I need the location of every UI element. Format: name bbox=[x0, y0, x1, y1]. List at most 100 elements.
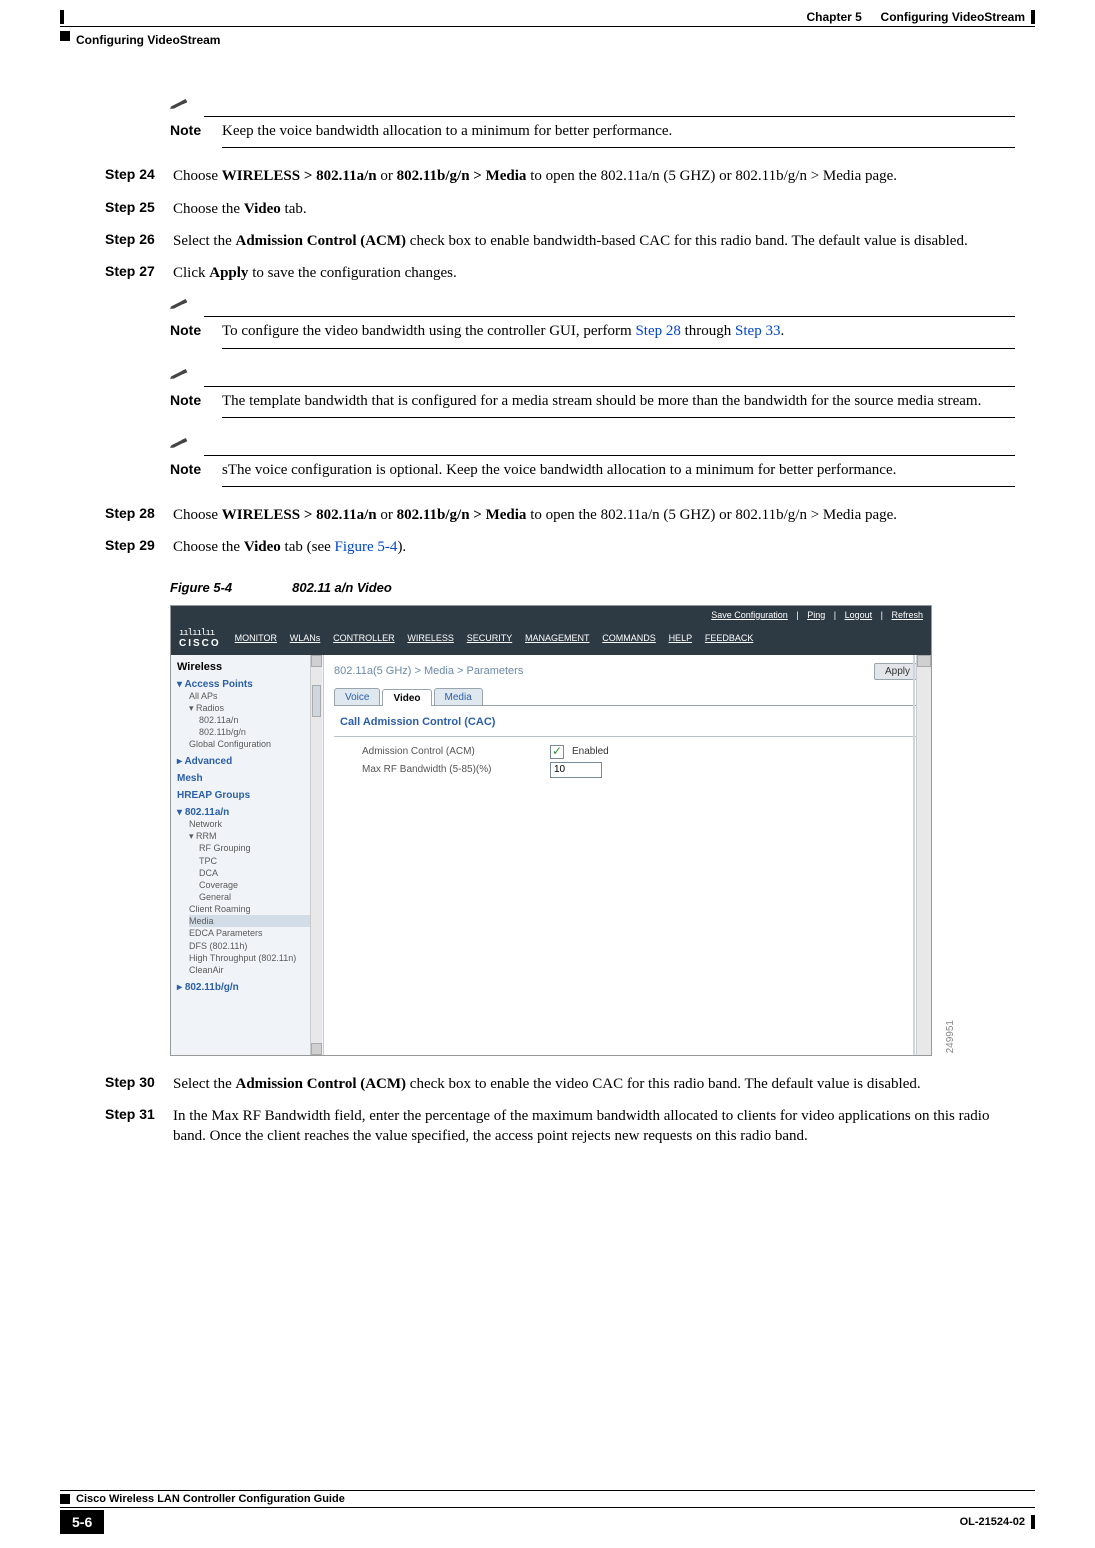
ss-main-panel: 802.11a(5 GHz) > Media > Parameters Appl… bbox=[324, 655, 931, 1055]
note-icon bbox=[170, 97, 194, 111]
ss-link-save[interactable]: Save Configuration bbox=[711, 610, 788, 620]
acm-checkbox[interactable]: ✓ bbox=[550, 745, 564, 759]
nav-feedback[interactable]: FEEDBACK bbox=[705, 633, 754, 643]
nav-controller[interactable]: CONTROLLER bbox=[333, 633, 395, 643]
ss-item-coverage[interactable]: Coverage bbox=[199, 879, 317, 891]
ss-grp-80211an[interactable]: ▾ 802.11a/n bbox=[177, 807, 317, 818]
step-label: Step 24 bbox=[105, 166, 157, 186]
step-text: Choose WIRELESS > 802.11a/n or 802.11b/g… bbox=[173, 505, 1015, 525]
note-block-3: Note The template bandwidth that is conf… bbox=[170, 367, 1015, 418]
ss-item-all-aps[interactable]: All APs bbox=[189, 690, 317, 702]
ss-item-rrm[interactable]: ▾ RRM bbox=[189, 830, 317, 842]
ss-link-refresh[interactable]: Refresh bbox=[891, 610, 923, 620]
nav-wlans[interactable]: WLANs bbox=[290, 633, 321, 643]
step-label: Step 29 bbox=[105, 537, 157, 557]
ss-breadcrumb: 802.11a(5 GHz) > Media > Parameters bbox=[334, 665, 523, 677]
ss-item-globalcfg[interactable]: Global Configuration bbox=[189, 738, 317, 750]
link-step28[interactable]: Step 28 bbox=[635, 323, 680, 339]
cisco-logo-icon: ıılıılıı bbox=[179, 628, 221, 638]
ss-grp-hreap[interactable]: HREAP Groups bbox=[177, 790, 317, 801]
step-24: Step 24 Choose WIRELESS > 802.11a/n or 8… bbox=[105, 166, 1015, 186]
ss-item-dca[interactable]: DCA bbox=[199, 867, 317, 879]
nav-security[interactable]: SECURITY bbox=[467, 633, 513, 643]
footer-right-mark bbox=[1031, 1515, 1035, 1529]
ss-item-media[interactable]: Media bbox=[189, 915, 317, 927]
maxrf-input[interactable] bbox=[550, 762, 602, 778]
ss-item-r80211an[interactable]: 802.11a/n bbox=[199, 714, 317, 726]
header-right-mark bbox=[1031, 10, 1035, 24]
note-label: Note bbox=[170, 322, 202, 338]
figure-caption: Figure 5-4802.11 a/n Video bbox=[170, 580, 1015, 595]
step-29: Step 29 Choose the Video tab (see Figure… bbox=[105, 537, 1015, 557]
ss-grp-80211bgn[interactable]: ▸ 802.11b/g/n bbox=[177, 982, 317, 993]
ss-link-logout[interactable]: Logout bbox=[845, 610, 873, 620]
ss-item-roaming[interactable]: Client Roaming bbox=[189, 903, 317, 915]
note-text-1: Keep the voice bandwidth allocation to a… bbox=[222, 121, 1015, 141]
nav-wireless[interactable]: WIRELESS bbox=[407, 633, 454, 643]
ss-item-cleanair[interactable]: CleanAir bbox=[189, 964, 317, 976]
link-figure-5-4[interactable]: Figure 5-4 bbox=[335, 539, 398, 555]
note-label: Note bbox=[170, 392, 202, 408]
ss-item-r80211bgn[interactable]: 802.11b/g/n bbox=[199, 726, 317, 738]
footer-guide: Cisco Wireless LAN Controller Configurat… bbox=[76, 1493, 345, 1505]
acm-enabled-text: Enabled bbox=[572, 746, 609, 757]
ss-link-ping[interactable]: Ping bbox=[807, 610, 825, 620]
note-text-2: To configure the video bandwidth using t… bbox=[222, 321, 1015, 341]
cisco-brand: CISCO bbox=[179, 638, 221, 649]
ss-item-radios[interactable]: ▾ Radios bbox=[189, 702, 317, 714]
step-27: Step 27 Click Apply to save the configur… bbox=[105, 263, 1015, 283]
ss-grp-mesh[interactable]: Mesh bbox=[177, 773, 317, 784]
section-label: Configuring VideoStream bbox=[76, 33, 220, 47]
link-step33[interactable]: Step 33 bbox=[735, 323, 780, 339]
check-icon: ✓ bbox=[552, 744, 562, 758]
doc-id: OL-21524-02 bbox=[960, 1516, 1025, 1528]
ss-item-tpc[interactable]: TPC bbox=[199, 855, 317, 867]
ss-grp-advanced[interactable]: ▸ Advanced bbox=[177, 756, 317, 767]
tab-video[interactable]: Video bbox=[382, 689, 431, 706]
ss-item-ht[interactable]: High Throughput (802.11n) bbox=[189, 952, 317, 964]
step-text: Click Apply to save the configuration ch… bbox=[173, 263, 1015, 283]
step-31: Step 31 In the Max RF Bandwidth field, e… bbox=[105, 1106, 1015, 1147]
ss-right-scrollbar[interactable] bbox=[916, 655, 931, 1055]
ss-left-nav: Wireless ▾ Access Points All APs ▾ Radio… bbox=[171, 655, 324, 1055]
footer-mark bbox=[60, 1494, 70, 1504]
step-label: Step 25 bbox=[105, 199, 157, 219]
ss-item-dfs[interactable]: DFS (802.11h) bbox=[189, 940, 317, 952]
header-rule bbox=[60, 26, 1035, 27]
section-mark bbox=[60, 31, 70, 41]
figure-screenshot: Save Configuration | Ping | Logout | Ref… bbox=[170, 605, 932, 1056]
step-28: Step 28 Choose WIRELESS > 802.11a/n or 8… bbox=[105, 505, 1015, 525]
step-text: Choose the Video tab. bbox=[173, 199, 1015, 219]
ss-main-nav: MONITOR WLANs CONTROLLER WIRELESS SECURI… bbox=[235, 633, 764, 644]
note-label: Note bbox=[170, 122, 202, 138]
step-26: Step 26 Select the Admission Control (AC… bbox=[105, 231, 1015, 251]
nav-help[interactable]: HELP bbox=[669, 633, 693, 643]
step-text: Choose the Video tab (see Figure 5-4). bbox=[173, 537, 1015, 557]
nav-management[interactable]: MANAGEMENT bbox=[525, 633, 590, 643]
ss-divider bbox=[913, 655, 915, 1055]
ss-item-network[interactable]: Network bbox=[189, 818, 317, 830]
row-acm: Admission Control (ACM) ✓ Enabled bbox=[362, 745, 921, 759]
ss-item-edca[interactable]: EDCA Parameters bbox=[189, 927, 317, 939]
cac-section-title: Call Admission Control (CAC) bbox=[340, 716, 921, 728]
step-text: Select the Admission Control (ACM) check… bbox=[173, 1074, 1015, 1094]
maxrf-label: Max RF Bandwidth (5-85)(%) bbox=[362, 764, 542, 775]
ss-item-general[interactable]: General bbox=[199, 891, 317, 903]
step-label: Step 27 bbox=[105, 263, 157, 283]
nav-monitor[interactable]: MONITOR bbox=[235, 633, 277, 643]
tab-voice[interactable]: Voice bbox=[334, 688, 380, 705]
nav-commands[interactable]: COMMANDS bbox=[602, 633, 656, 643]
page-number: 5-6 bbox=[60, 1510, 104, 1534]
figure-side-number: 249951 bbox=[945, 1020, 956, 1053]
step-label: Step 28 bbox=[105, 505, 157, 525]
ss-left-scrollbar[interactable] bbox=[310, 655, 322, 1055]
header-left-mark bbox=[60, 10, 64, 24]
ss-grp-access-points[interactable]: ▾ Access Points bbox=[177, 679, 317, 690]
note-text-3: The template bandwidth that is configure… bbox=[222, 391, 1015, 411]
acm-label: Admission Control (ACM) bbox=[362, 746, 542, 757]
ss-item-rfg[interactable]: RF Grouping bbox=[199, 842, 317, 854]
tab-media[interactable]: Media bbox=[434, 688, 483, 705]
chapter-label: Chapter 5 bbox=[807, 10, 862, 24]
step-25: Step 25 Choose the Video tab. bbox=[105, 199, 1015, 219]
step-label: Step 31 bbox=[105, 1106, 157, 1147]
